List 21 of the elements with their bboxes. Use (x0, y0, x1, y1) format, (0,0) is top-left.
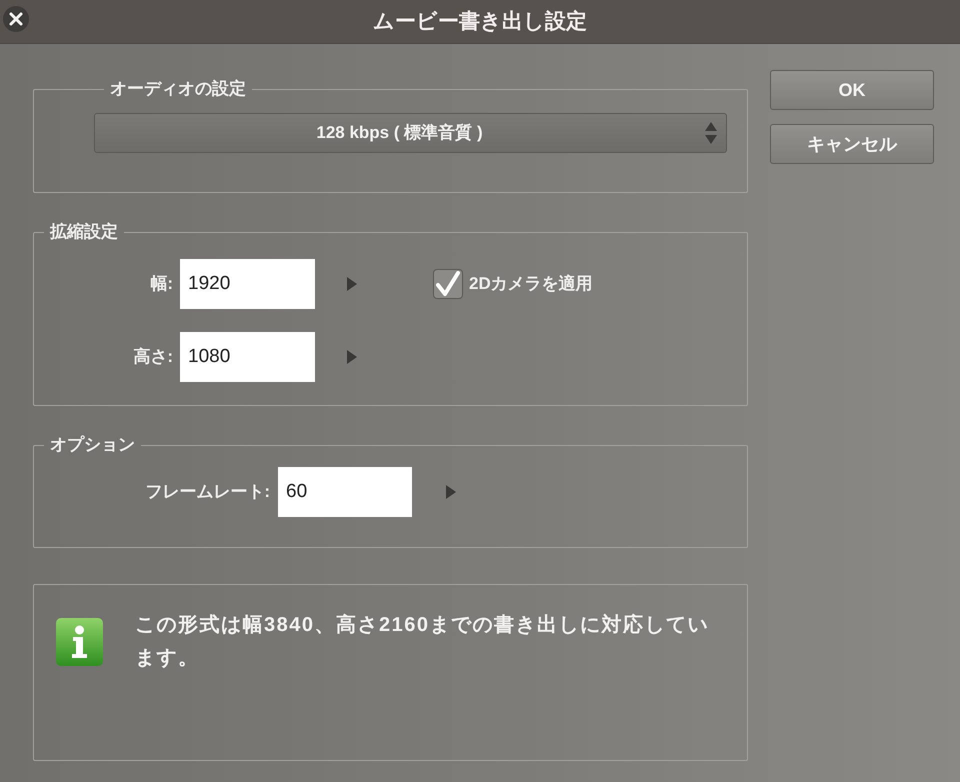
up-down-arrows-icon (704, 121, 718, 145)
field-label: フレームレート: (144, 481, 270, 504)
number-field[interactable]: 1080 (180, 332, 315, 382)
info-message: この形式は幅3840、高さ2160までの書き出しに対応しています。 (135, 612, 710, 671)
right-triangle-icon[interactable] (446, 485, 456, 499)
field-label: 幅: (149, 273, 173, 296)
info-icon (56, 618, 103, 666)
checkmark-icon (436, 271, 460, 297)
checkbox-label: 2Dカメラを適用 (469, 273, 593, 296)
dropdown[interactable]: 128 kbps ( 標準音質 ) (94, 113, 727, 153)
checkbox[interactable] (433, 269, 463, 299)
group-label: オプション (49, 434, 136, 456)
group-label: オーディオの設定 (109, 78, 247, 100)
window-title: ムービー書き出し設定 (373, 8, 587, 35)
group-label: 拡縮設定 (48, 221, 119, 243)
close-icon[interactable] (3, 6, 29, 32)
right-triangle-icon[interactable] (347, 277, 357, 291)
field-label: 高さ: (132, 346, 173, 368)
right-triangle-icon[interactable] (347, 350, 357, 364)
number-field[interactable]: 1920 (180, 259, 315, 309)
number-field[interactable]: 60 (278, 467, 412, 517)
